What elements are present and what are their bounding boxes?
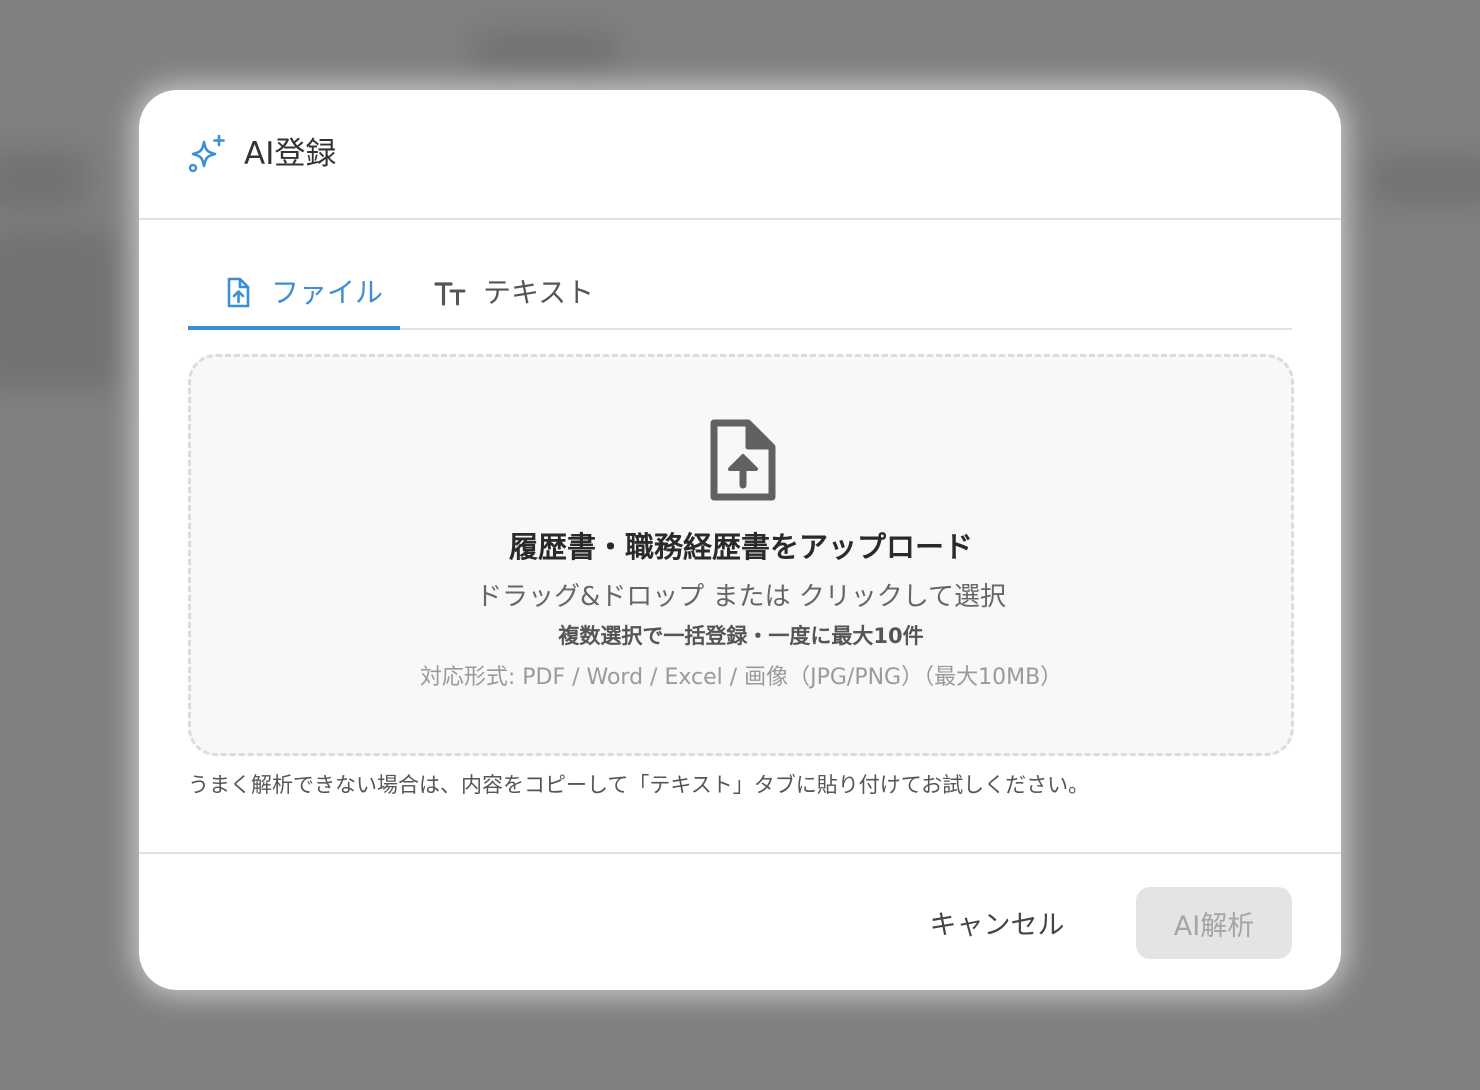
background-blur bbox=[1370, 155, 1480, 205]
background-blur bbox=[470, 30, 620, 70]
file-upload-icon bbox=[710, 419, 776, 501]
dialog-footer: キャンセル AI解析 bbox=[139, 852, 1341, 990]
text-size-icon bbox=[434, 282, 466, 306]
dropzone-bulk-note: 複数選択で一括登録・一度に最大10件 bbox=[558, 624, 924, 648]
file-dropzone[interactable]: 履歴書・職務経歴書をアップロード ドラッグ&ドロップ または クリックして選択 … bbox=[188, 354, 1294, 756]
file-upload-icon bbox=[227, 277, 250, 308]
ai-register-dialog: AI登録 ファイル テキスト 履歴書・職務経歴書をアップロード ドラッグ&ドロッ… bbox=[139, 90, 1341, 990]
dropzone-title: 履歴書・職務経歴書をアップロード bbox=[508, 530, 973, 564]
dialog-title: AI登録 bbox=[244, 136, 337, 172]
tab-file-label: ファイル bbox=[271, 276, 384, 309]
ai-analyze-button[interactable]: AI解析 bbox=[1136, 887, 1292, 959]
background-blur bbox=[0, 230, 120, 390]
dropzone-subtitle: ドラッグ&ドロップ または クリックして選択 bbox=[475, 582, 1007, 612]
dropzone-formats: 対応形式: PDF / Word / Excel / 画像（JPG/PNG）（最… bbox=[419, 665, 1063, 690]
background-blur bbox=[0, 150, 90, 210]
tab-text[interactable]: テキスト bbox=[428, 270, 598, 328]
tab-bar: ファイル テキスト bbox=[188, 270, 1292, 330]
sparkles-icon bbox=[188, 134, 225, 173]
parse-hint: うまく解析できない場合は、内容をコピーして「テキスト」タブに貼り付けてお試しくだ… bbox=[188, 773, 1090, 797]
dialog-header: AI登録 bbox=[139, 90, 1341, 220]
cancel-button[interactable]: キャンセル bbox=[909, 887, 1085, 957]
tab-text-label: テキスト bbox=[483, 276, 595, 309]
tab-file[interactable]: ファイル bbox=[188, 270, 400, 330]
